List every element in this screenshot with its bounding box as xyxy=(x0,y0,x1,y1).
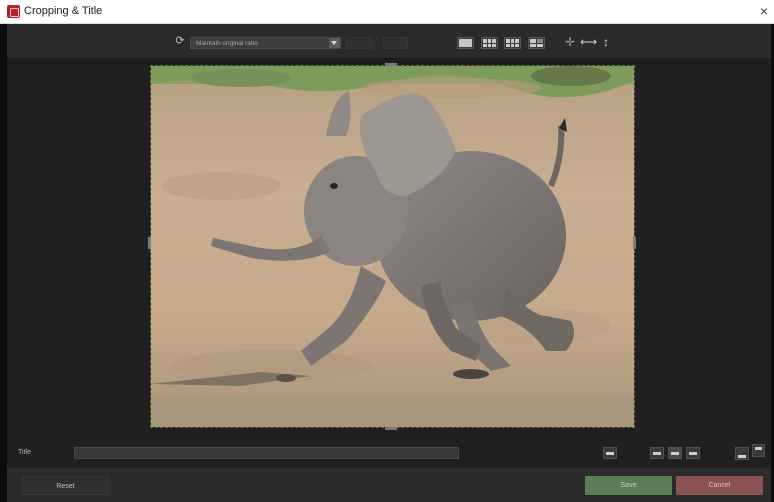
position-bottom-icon[interactable] xyxy=(735,447,749,460)
dimension-separator: : xyxy=(376,36,378,42)
title-row: Title xyxy=(7,438,771,468)
close-icon[interactable]: × xyxy=(760,3,768,19)
crop-handle-left[interactable] xyxy=(148,237,151,249)
height-field[interactable] xyxy=(383,37,408,49)
align-left-icon[interactable] xyxy=(650,447,664,459)
crop-toolbar: ⟳ Maintain original ratio : ✛ ⟷ ↕ xyxy=(7,24,771,59)
ratio-select[interactable]: Maintain original ratio xyxy=(190,37,341,49)
align-center-icon[interactable] xyxy=(668,447,682,459)
crop-handle-bottom[interactable] xyxy=(385,427,397,430)
cancel-button[interactable]: Cancel xyxy=(676,476,763,495)
text-bar-icon[interactable] xyxy=(603,447,617,459)
crop-handle-top[interactable] xyxy=(385,63,397,66)
title-input[interactable] xyxy=(74,447,459,459)
grid-thirds-icon[interactable] xyxy=(481,37,498,49)
crop-handle-right[interactable] xyxy=(633,237,636,249)
position-top-icon[interactable] xyxy=(752,444,765,457)
photo-preview[interactable] xyxy=(150,65,635,428)
title-bar: Cropping & Title × xyxy=(0,0,774,24)
grid-quarters-icon[interactable] xyxy=(528,37,545,49)
save-button[interactable]: Save xyxy=(585,476,672,495)
fit-vertical-icon[interactable]: ↕ xyxy=(599,36,613,48)
grid-thirds-alt-icon[interactable] xyxy=(504,37,521,49)
grid-none-icon[interactable] xyxy=(457,37,474,49)
title-label: Title xyxy=(18,449,31,456)
align-right-icon[interactable] xyxy=(686,447,700,459)
elephant-photo xyxy=(151,66,634,427)
refresh-icon[interactable]: ⟳ xyxy=(174,35,186,47)
width-field[interactable] xyxy=(346,37,373,49)
dialog-footer: Reset Save Cancel xyxy=(7,468,771,502)
crosshair-icon[interactable]: ✛ xyxy=(563,36,577,48)
ratio-select-value: Maintain original ratio xyxy=(196,40,258,47)
fit-horizontal-icon[interactable]: ⟷ xyxy=(580,36,597,48)
chevron-down-icon[interactable] xyxy=(329,38,340,48)
reset-button[interactable]: Reset xyxy=(22,476,109,495)
left-edge xyxy=(0,24,7,502)
crop-canvas xyxy=(7,59,771,434)
window-title: Cropping & Title xyxy=(24,5,103,17)
app-icon xyxy=(7,5,20,18)
cropping-dialog: Cropping & Title × ⟳ Maintain original r… xyxy=(0,0,774,502)
